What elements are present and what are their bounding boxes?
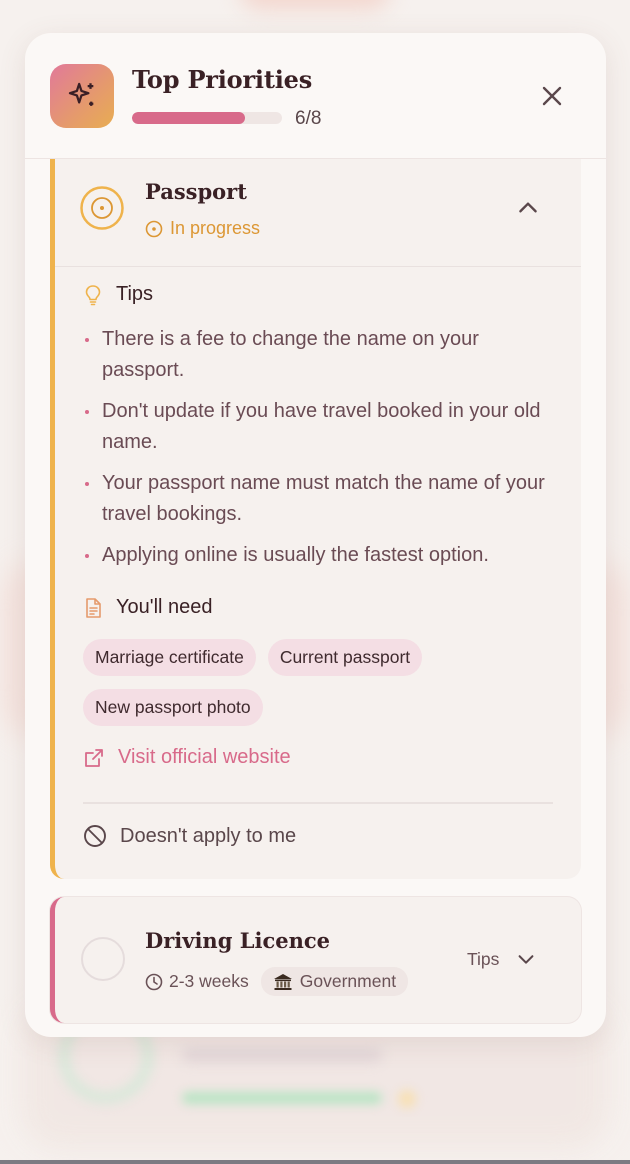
modal-header: Top Priorities 6/8 <box>25 33 606 159</box>
tips-toggle[interactable]: Tips <box>467 948 537 970</box>
driving-licence-card[interactable]: Driving Licence 2-3 weeks Government Tip… <box>50 897 581 1023</box>
list-item: Don't update if you have travel booked i… <box>83 396 553 458</box>
passport-card: Passport In progress Tips There is a fee… <box>50 159 581 879</box>
background-blur-shape <box>182 1092 382 1104</box>
driving-licence-title: Driving Licence <box>145 928 331 953</box>
tips-list: There is a fee to change the name on you… <box>83 324 553 581</box>
list-item: Your passport name must match the name o… <box>83 468 553 530</box>
sparkles-icon <box>50 64 114 128</box>
chevron-up-icon[interactable] <box>515 195 541 221</box>
passport-title: Passport <box>145 179 247 204</box>
tips-label: Tips <box>116 283 154 305</box>
document-chip: Current passport <box>267 639 423 676</box>
document-chip: Marriage certificate <box>83 639 256 676</box>
status-circle[interactable] <box>81 937 125 981</box>
list-item: There is a fee to change the name on you… <box>83 324 553 386</box>
ban-icon <box>84 825 106 847</box>
visit-link-label: Visit official website <box>118 746 291 768</box>
need-label: You'll need <box>116 596 213 618</box>
duration: 2-3 weeks <box>145 971 249 992</box>
background-blur-shape <box>240 0 390 10</box>
youll-need-heading: You'll need <box>83 596 213 619</box>
passport-card-header[interactable]: Passport In progress <box>55 159 581 267</box>
modal-title: Top Priorities <box>132 65 313 94</box>
lightbulb-icon <box>85 284 101 305</box>
tips-heading: Tips <box>83 283 153 306</box>
bank-icon <box>273 973 292 990</box>
target-icon <box>80 186 124 230</box>
top-priorities-modal: Top Priorities 6/8 Passport In progress … <box>25 33 606 1037</box>
divider <box>83 802 553 804</box>
driving-licence-meta: 2-3 weeks Government <box>145 967 409 996</box>
source-text: Government <box>299 971 397 991</box>
clock-icon <box>145 973 163 990</box>
list-item: Applying online is usually the fastest o… <box>83 540 553 571</box>
bottom-edge-bar <box>0 1160 630 1164</box>
status-badge: In progress <box>145 218 260 239</box>
duration-text: 2-3 weeks <box>169 971 249 991</box>
visit-official-website-link[interactable]: Visit official website <box>83 746 291 769</box>
chevron-down-icon <box>518 955 534 964</box>
background-blur-shape <box>398 1090 416 1108</box>
doesnt-apply-label: Doesn't apply to me <box>120 824 297 847</box>
tips-toggle-label: Tips <box>467 948 500 969</box>
status-text: In progress <box>170 218 261 238</box>
document-icon <box>86 597 101 618</box>
doesnt-apply-button[interactable]: Doesn't apply to me <box>83 824 296 848</box>
close-button[interactable] <box>535 79 569 113</box>
target-small-icon <box>145 220 163 237</box>
background-blur-shape <box>182 1048 382 1062</box>
close-icon <box>542 86 562 106</box>
priorities-progress-bar <box>132 112 282 124</box>
progress-bar-fill <box>132 112 245 124</box>
progress-count: 6/8 <box>295 108 322 129</box>
external-link-icon <box>85 748 103 767</box>
document-chip: New passport photo <box>83 689 263 726</box>
documents-list: Marriage certificate Current passport Ne… <box>83 639 553 726</box>
source-badge: Government <box>260 967 409 996</box>
